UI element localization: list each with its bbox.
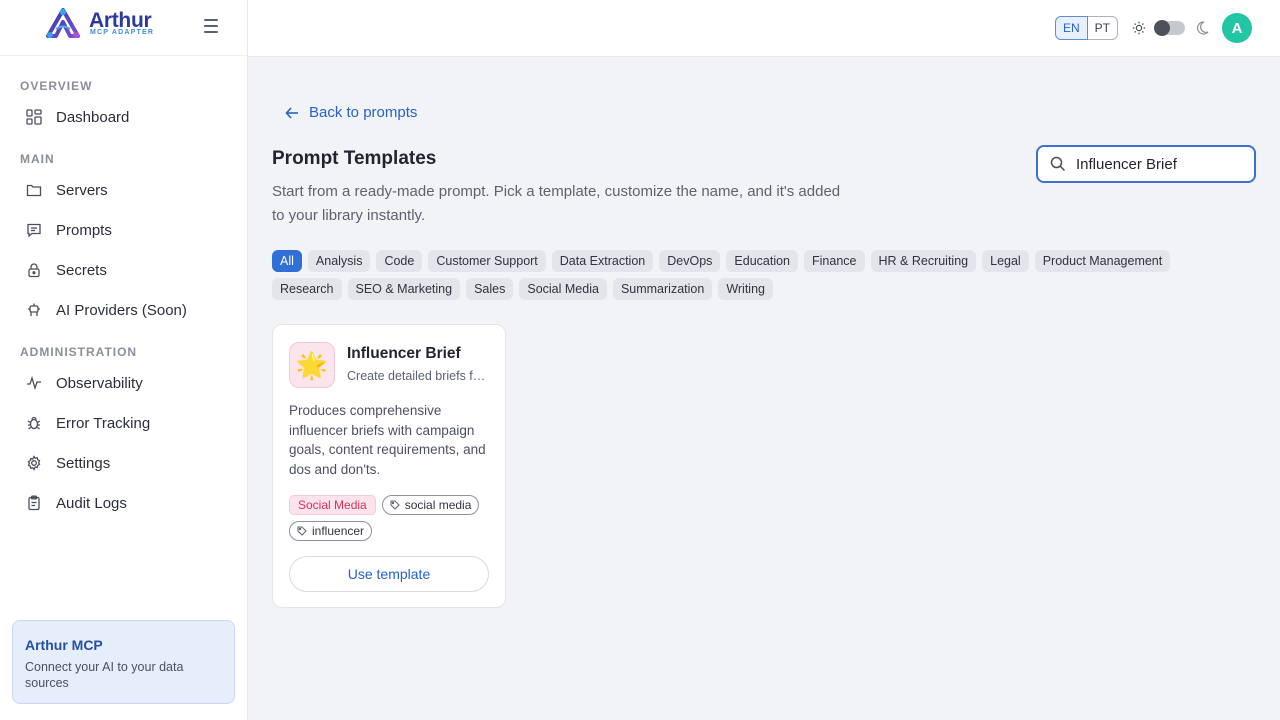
promo-title: Arthur MCP [25, 637, 103, 653]
bug-icon [24, 413, 44, 433]
topbar: EN PT A [248, 0, 1280, 57]
folder-icon [24, 180, 44, 200]
sun-icon [1132, 21, 1146, 35]
category-chip-education[interactable]: Education [726, 250, 799, 272]
sidebar-item-ai-providers[interactable]: AI Providers (Soon) [12, 294, 236, 326]
template-tag: influencer [289, 521, 373, 541]
category-chip-legal[interactable]: Legal [982, 250, 1029, 272]
sidebar-item-label: AI Providers (Soon) [56, 301, 187, 319]
search-icon [1050, 156, 1066, 172]
template-title: Influencer Brief [347, 345, 461, 362]
theme-toggle[interactable] [1154, 20, 1185, 36]
app-subtitle: MCP ADAPTER [90, 29, 155, 36]
user-avatar[interactable]: A [1222, 13, 1252, 43]
template-tag-label: social media [404, 498, 472, 512]
sidebar-item-dashboard[interactable]: Dashboard [12, 101, 236, 133]
hamburger-icon [204, 19, 218, 21]
sidebar-item-secrets[interactable]: Secrets [12, 254, 236, 286]
sidebar-item-label: Dashboard [56, 108, 130, 126]
template-tags-row-2: influencer [289, 521, 373, 541]
category-filter-row-1: All Analysis Code Customer Support Data … [272, 250, 1171, 272]
search-input[interactable] [1076, 155, 1236, 173]
sidebar-item-label: Error Tracking [56, 414, 151, 432]
category-chip-data-extraction[interactable]: Data Extraction [551, 250, 654, 272]
clipboard-icon [24, 493, 44, 513]
sidebar-item-prompts[interactable]: Prompts [12, 214, 236, 246]
sidebar-item-label: Secrets [56, 261, 107, 279]
robot-icon [24, 300, 44, 320]
category-chip-writing[interactable]: Writing [718, 278, 773, 300]
category-chip-all[interactable]: All [272, 250, 302, 272]
language-switcher: EN PT [1055, 16, 1119, 40]
category-chip-finance[interactable]: Finance [804, 250, 865, 272]
category-chip-analysis[interactable]: Analysis [307, 250, 371, 272]
template-card: 🌟 Influencer Brief Create detailed brief… [272, 324, 506, 608]
category-chip-seo-marketing[interactable]: SEO & Marketing [347, 278, 461, 300]
toggle-knob [1154, 20, 1170, 36]
logo-area: Arthur MCP ADAPTER [0, 0, 247, 56]
sidebar-item-label: Audit Logs [56, 494, 127, 512]
page-title: Prompt Templates [272, 148, 437, 169]
search-box [1036, 145, 1256, 183]
template-tags-row-1: Social Media social media [289, 495, 480, 515]
category-chip-code[interactable]: Code [376, 250, 423, 272]
use-template-button[interactable]: Use template [289, 556, 489, 592]
category-chip-product-management[interactable]: Product Management [1034, 250, 1171, 272]
sidebar-item-label: Servers [56, 181, 108, 199]
template-subtitle: Create detailed briefs for influencer ca… [347, 369, 489, 383]
page-description: Start from a ready-made prompt. Pick a t… [272, 183, 841, 224]
menu-toggle-button[interactable] [204, 19, 222, 37]
category-chip-hr-recruiting[interactable]: HR & Recruiting [870, 250, 977, 272]
sidebar: Arthur MCP ADAPTER OVERVIEW Dashboard MA… [0, 0, 248, 720]
sidebar-item-observability[interactable]: Observability [12, 367, 236, 399]
sidebar-item-servers[interactable]: Servers [12, 174, 236, 206]
category-chip-social-media[interactable]: Social Media [519, 278, 607, 300]
tag-icon [390, 500, 400, 510]
activity-icon [24, 373, 44, 393]
moon-icon [1196, 21, 1209, 35]
section-label-overview: OVERVIEW [20, 79, 93, 93]
sidebar-item-settings[interactable]: Settings [12, 447, 236, 479]
sidebar-item-error-tracking[interactable]: Error Tracking [12, 407, 236, 439]
template-description: Produces comprehensive influencer briefs… [289, 403, 486, 477]
category-chip-research[interactable]: Research [272, 278, 342, 300]
tag-icon [297, 526, 307, 536]
sidebar-item-label: Settings [56, 454, 111, 472]
category-chip-devops[interactable]: DevOps [659, 250, 721, 272]
logo-icon [46, 8, 80, 38]
category-chip-customer-support[interactable]: Customer Support [428, 250, 546, 272]
promo-card: Arthur MCP Connect your AI to your data … [12, 620, 235, 704]
dashboard-icon [24, 107, 44, 127]
message-icon [24, 220, 44, 240]
arrow-left-icon [285, 106, 298, 119]
section-label-administration: ADMINISTRATION [20, 345, 138, 359]
back-link-label: Back to prompts [309, 104, 418, 121]
sidebar-item-audit-logs[interactable]: Audit Logs [12, 487, 236, 519]
sidebar-item-label: Observability [56, 374, 143, 392]
category-chip-summarization[interactable]: Summarization [612, 278, 713, 300]
language-en-button[interactable]: EN [1055, 16, 1088, 40]
category-filter-row-2: Research SEO & Marketing Sales Social Me… [272, 278, 773, 300]
star-icon: 🌟 [289, 342, 335, 388]
section-label-main: MAIN [20, 152, 55, 166]
template-tag-label: influencer [312, 524, 365, 538]
lock-icon [24, 260, 44, 280]
template-category-badge: Social Media [289, 495, 376, 515]
gear-icon [24, 453, 44, 473]
sidebar-item-label: Prompts [56, 221, 112, 239]
category-chip-sales[interactable]: Sales [466, 278, 514, 300]
promo-text: Connect your AI to your data sources [25, 660, 184, 690]
template-tag: social media [381, 495, 480, 515]
language-pt-button[interactable]: PT [1087, 16, 1119, 40]
back-to-prompts-link[interactable]: Back to prompts [285, 104, 417, 121]
